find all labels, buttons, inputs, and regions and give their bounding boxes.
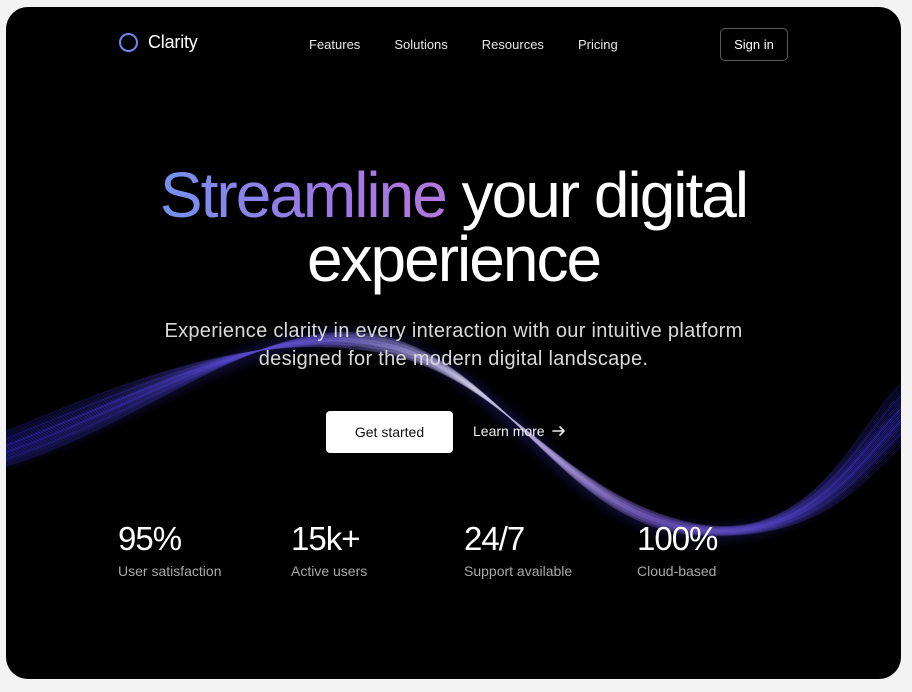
hero-subtitle: Experience clarity in every interaction … — [164, 320, 743, 370]
stat-value: 100% — [637, 520, 718, 557]
nav-link-pricing[interactable]: Pricing — [578, 37, 618, 52]
nav-link-features[interactable]: Features — [309, 37, 360, 52]
stat-label: User satisfaction — [118, 563, 222, 579]
stat-item: 24/7 Support available — [464, 519, 572, 579]
hero-headline: Streamline your digital experience — [6, 163, 901, 291]
headline-accent: Streamline — [159, 159, 448, 231]
sign-in-button[interactable]: Sign in — [720, 28, 788, 61]
brand-name: Clarity — [148, 32, 198, 52]
nav-link-solutions[interactable]: Solutions — [394, 37, 447, 52]
landing-page: Clarity Features Solutions Resources Pri… — [6, 7, 901, 679]
stat-value: 95% — [118, 520, 182, 557]
stat-item: 95% User satisfaction — [118, 519, 221, 579]
top-navigation: Clarity Features Solutions Resources Pri… — [6, 7, 901, 83]
get-started-button[interactable]: Get started — [326, 411, 453, 453]
stat-item: 100% Cloud-based — [637, 519, 718, 579]
stat-label: Active users — [291, 563, 368, 579]
headline-line2: experience — [306, 223, 602, 295]
arrow-right-icon — [551, 426, 565, 436]
learn-more-label: Learn more — [473, 423, 545, 439]
hero-section: Streamline your digital experience Exper… — [6, 163, 901, 373]
stat-label: Support available — [464, 563, 573, 579]
stat-item: 15k+ Active users — [291, 519, 367, 579]
brand[interactable]: Clarity — [119, 32, 198, 53]
ring-logo-icon — [119, 33, 138, 52]
stat-label: Cloud-based — [637, 563, 717, 579]
learn-more-link[interactable]: Learn more — [473, 423, 567, 439]
nav-link-resources[interactable]: Resources — [482, 37, 544, 52]
headline-rest: your digital — [461, 159, 749, 231]
stat-value: 24/7 — [464, 520, 525, 557]
stat-value: 15k+ — [291, 520, 360, 557]
nav-links: Features Solutions Resources Pricing — [309, 37, 618, 52]
